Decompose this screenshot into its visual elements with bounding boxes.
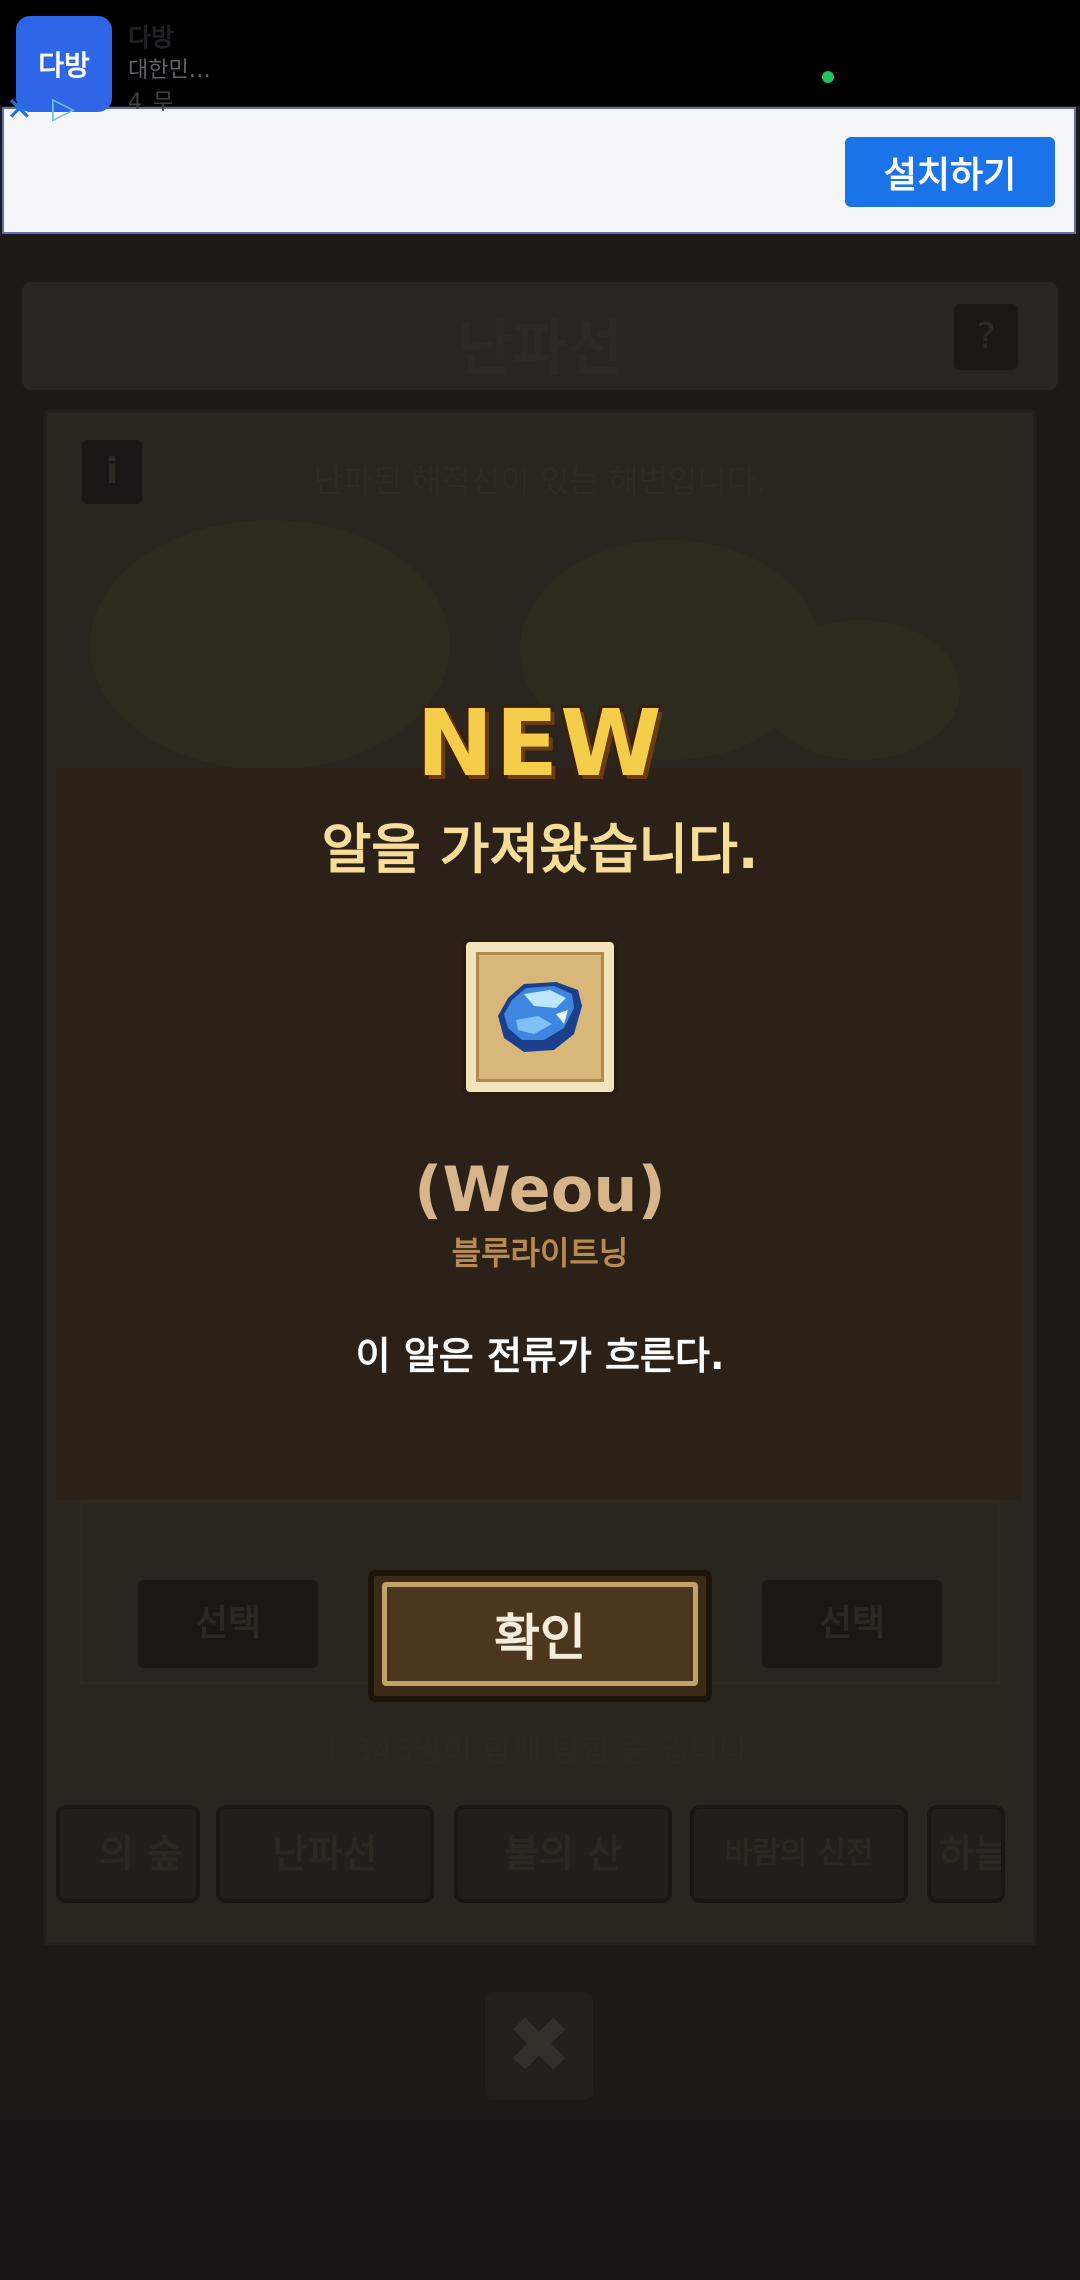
tab-sky[interactable]: 하늘 <box>927 1805 1005 1903</box>
close-button[interactable]: ✖ <box>485 1992 593 2100</box>
player-count-text: 1,343명이 함께 탐험 중 입니다. <box>321 1731 759 1769</box>
tab-shipwreck[interactable]: 난파선 <box>216 1805 434 1903</box>
egg-name: (Weou) <box>414 1153 666 1226</box>
ad-app-name: 다방 <box>128 23 175 52</box>
camera-indicator-dot <box>822 71 834 83</box>
tab-fire-mountain[interactable]: 불의 산 <box>454 1805 672 1903</box>
new-badge: NEW <box>416 690 664 797</box>
select-button-left[interactable]: 선택 <box>138 1580 318 1668</box>
close-icon[interactable]: ✕ <box>6 93 42 125</box>
blue-lightning-egg-icon <box>498 982 582 1052</box>
tab-wind-temple[interactable]: 바람의 신전 <box>690 1805 908 1903</box>
ad-rating: 4 무 <box>128 90 176 115</box>
confirm-button-label[interactable]: 확인 <box>382 1582 698 1686</box>
page-title: 난파선 <box>457 314 623 384</box>
ad-subtitle: 대한민… <box>128 58 211 83</box>
area-description: 난파된 해적선이 있는 해변입니다. <box>313 462 767 500</box>
dialog-heading: 알을 가져왔습니다. <box>321 818 759 881</box>
select-button-right[interactable]: 선택 <box>762 1580 942 1668</box>
egg-description: 이 알은 전류가 흐른다. <box>355 1334 725 1378</box>
tab-forest[interactable]: 의 숲 <box>56 1805 200 1903</box>
help-button[interactable]: ? <box>954 304 1018 370</box>
install-button[interactable]: 설치하기 <box>845 137 1055 207</box>
bottom-navigation <box>0 2120 1080 2280</box>
egg-type: 블루라이트닝 <box>451 1234 629 1272</box>
adchoices-icon[interactable]: ▷ <box>52 92 88 126</box>
